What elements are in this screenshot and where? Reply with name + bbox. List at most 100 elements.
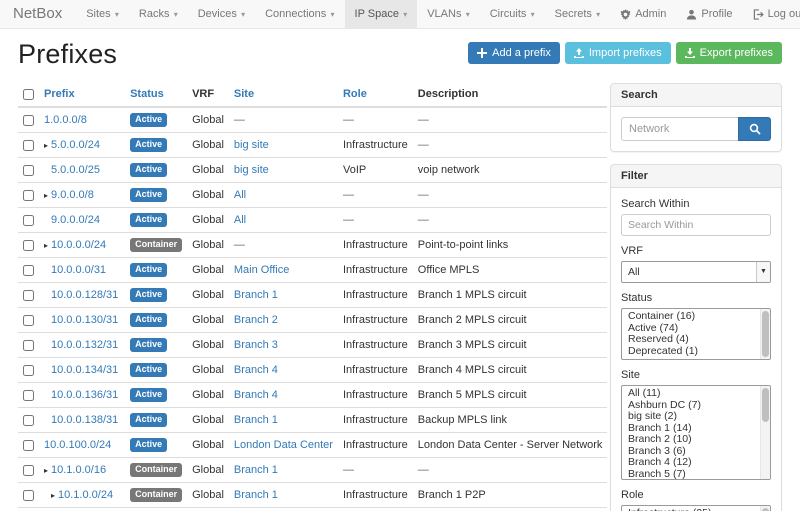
site-link[interactable]: Branch 1 (234, 414, 278, 426)
prefix-link[interactable]: 9.0.0.0/8 (51, 189, 94, 201)
site-option[interactable]: Branch 4 (12) (628, 457, 756, 469)
search-button[interactable] (738, 117, 771, 141)
nav-item-admin[interactable]: Admin (610, 0, 676, 28)
site-link[interactable]: All (234, 189, 246, 201)
status-option[interactable]: Active (74) (628, 323, 756, 335)
column-header-prefix[interactable]: Prefix (39, 83, 125, 107)
nav-item-connections[interactable]: Connections ▾ (255, 0, 344, 28)
row-checkbox[interactable] (23, 140, 34, 151)
prefix-link[interactable]: 1.0.0.0/8 (44, 114, 87, 126)
prefix-link[interactable]: 10.1.0.0/24 (58, 489, 113, 501)
row-checkbox[interactable] (23, 290, 34, 301)
site-link[interactable]: London Data Center (234, 439, 333, 451)
status-listbox[interactable]: Container (16)Active (74)Reserved (4)Dep… (621, 308, 771, 360)
prefix-link[interactable]: 10.0.0.134/31 (51, 364, 118, 376)
prefix-link[interactable]: 5.0.0.0/25 (51, 164, 100, 176)
nav-item-vlans[interactable]: VLANs ▾ (417, 0, 480, 28)
nav-item-log-out[interactable]: Log out (743, 0, 800, 28)
site-option[interactable]: big site (2) (628, 411, 756, 423)
site-option[interactable]: Branch 1 (14) (628, 423, 756, 435)
status-option[interactable]: Container (16) (628, 311, 756, 323)
site-listbox[interactable]: All (11)Ashburn DC (7)big site (2)Branch… (621, 385, 771, 480)
nav-item-devices[interactable]: Devices ▾ (188, 0, 255, 28)
prefix-link[interactable]: 10.0.0.132/31 (51, 339, 118, 351)
status-badge: Active (130, 438, 167, 452)
site-option[interactable]: All (11) (628, 388, 756, 400)
row-checkbox[interactable] (23, 115, 34, 126)
nav-item-profile[interactable]: Profile (676, 0, 742, 28)
search-input[interactable] (621, 117, 738, 141)
row-checkbox[interactable] (23, 490, 34, 501)
column-header-role[interactable]: Role (338, 83, 413, 107)
select-all-checkbox[interactable] (23, 89, 34, 100)
site-link[interactable]: big site (234, 139, 269, 151)
site-link[interactable]: Branch 2 (234, 314, 278, 326)
role-listbox[interactable]: Infrastructure (25)Management (8)Private… (621, 505, 771, 511)
prefix-link[interactable]: 10.0.0.136/31 (51, 389, 118, 401)
empty-description: — (418, 214, 429, 226)
site-link[interactable]: All (234, 214, 246, 226)
vrf-value: Global (192, 339, 224, 351)
prefix-link[interactable]: 10.1.0.0/16 (51, 464, 106, 476)
row-checkbox[interactable] (23, 390, 34, 401)
search-within-label: Search Within (621, 198, 771, 210)
prefix-link[interactable]: 5.0.0.0/24 (51, 139, 100, 151)
status-badge: Active (130, 288, 167, 302)
prefix-link[interactable]: 10.0.0.128/31 (51, 289, 118, 301)
site-link[interactable]: Main Office (234, 264, 289, 276)
site-option[interactable]: Branch 3 (6) (628, 446, 756, 458)
row-checkbox[interactable] (23, 440, 34, 451)
site-link[interactable]: Branch 1 (234, 489, 278, 501)
row-checkbox[interactable] (23, 215, 34, 226)
row-checkbox[interactable] (23, 315, 34, 326)
row-checkbox[interactable] (23, 365, 34, 376)
nav-item-label: Secrets (555, 8, 592, 20)
row-checkbox[interactable] (23, 165, 34, 176)
role-scrollbar[interactable] (760, 506, 770, 511)
prefix-link[interactable]: 10.0.0.138/31 (51, 414, 118, 426)
export-prefixes-button[interactable]: Export prefixes (676, 42, 782, 64)
import-prefixes-button[interactable]: Import prefixes (565, 42, 671, 64)
row-checkbox[interactable] (23, 265, 34, 276)
site-link[interactable]: Branch 1 (234, 464, 278, 476)
site-option[interactable]: Ashburn DC (7) (628, 400, 756, 412)
prefix-link[interactable]: 10.0.0.130/31 (51, 314, 118, 326)
brand-logo[interactable]: NetBox (0, 0, 76, 28)
nav-item-secrets[interactable]: Secrets ▾ (545, 0, 611, 28)
row-checkbox[interactable] (23, 415, 34, 426)
site-link[interactable]: Branch 3 (234, 339, 278, 351)
site-link[interactable]: Branch 4 (234, 389, 278, 401)
row-checkbox[interactable] (23, 340, 34, 351)
status-option[interactable]: Deprecated (1) (628, 346, 756, 358)
prefix-link[interactable]: 9.0.0.0/24 (51, 214, 100, 226)
row-checkbox[interactable] (23, 465, 34, 476)
nav-item-label: Profile (701, 0, 732, 28)
scrollbar-thumb[interactable] (762, 388, 769, 422)
vrf-select[interactable]: All ▼ (621, 261, 771, 283)
site-scrollbar[interactable] (760, 386, 770, 479)
add-prefix-button[interactable]: Add a prefix (468, 42, 560, 64)
prefix-link[interactable]: 10.0.100.0/24 (44, 439, 111, 451)
scrollbar-thumb[interactable] (762, 311, 769, 357)
site-link[interactable]: Branch 1 (234, 289, 278, 301)
empty-role: — (343, 214, 354, 226)
nav-item-sites[interactable]: Sites ▾ (76, 0, 129, 28)
search-within-input[interactable] (621, 214, 771, 236)
row-checkbox[interactable] (23, 190, 34, 201)
prefix-link[interactable]: 10.0.0.0/24 (51, 239, 106, 251)
site-option[interactable]: Branch 5 (7) (628, 469, 756, 481)
site-option[interactable]: Branch 2 (10) (628, 434, 756, 446)
column-header-status[interactable]: Status (125, 83, 187, 107)
site-link[interactable]: Branch 4 (234, 364, 278, 376)
site-link[interactable]: big site (234, 164, 269, 176)
status-option[interactable]: Reserved (4) (628, 334, 756, 346)
table-row: 9.0.0.0/24ActiveGlobalAll—— (18, 208, 607, 233)
nav-item-circuits[interactable]: Circuits ▾ (480, 0, 545, 28)
column-header-site[interactable]: Site (229, 83, 338, 107)
nav-item-ip-space[interactable]: IP Space ▾ (345, 0, 418, 28)
status-scrollbar[interactable] (760, 309, 770, 359)
row-checkbox[interactable] (23, 240, 34, 251)
description-value: Branch 4 MPLS circuit (418, 364, 527, 376)
prefix-link[interactable]: 10.0.0.0/31 (51, 264, 106, 276)
nav-item-racks[interactable]: Racks ▾ (129, 0, 188, 28)
